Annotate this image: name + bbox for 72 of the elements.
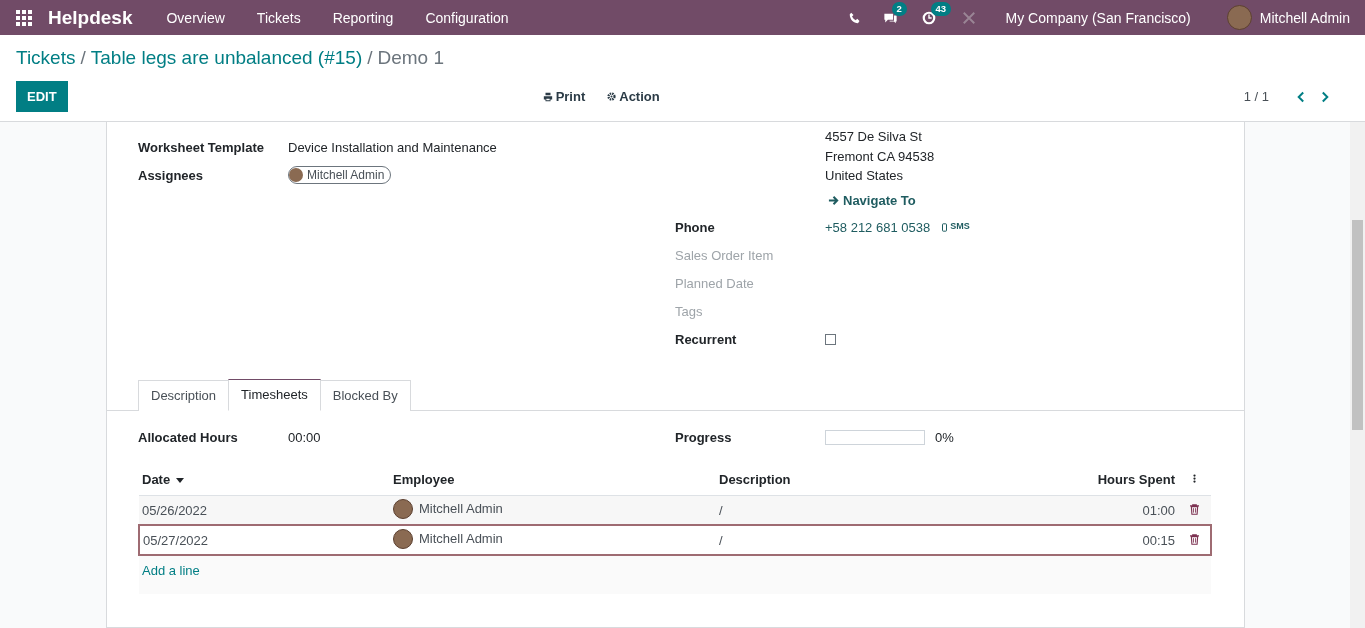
app-name[interactable]: Helpdesk [48,6,133,29]
field-label: Progress [675,429,733,445]
scrollbar[interactable] [1350,122,1365,628]
sms-button[interactable]: SMS [950,220,970,231]
next-icon[interactable] [1321,90,1330,103]
table-cell: 01:00 [1042,495,1178,525]
avatar [393,528,413,549]
recurrent-checkbox[interactable] [825,334,836,345]
table-cell: Mitchell Admin [419,501,503,516]
field-value: Device Installation and Maintenance [288,139,497,155]
table-cell: 05/26/2022 [139,495,390,525]
arrow-right-icon [828,195,839,206]
column-header[interactable]: Description [716,463,1042,496]
field-label: Assignees [138,167,205,183]
table-cell: / [716,495,1042,525]
navigate-to-button[interactable]: Navigate To [843,193,916,208]
breadcrumb-link[interactable]: Tickets [16,47,76,69]
tab[interactable]: Timesheets [228,379,321,411]
avatar [393,498,413,519]
progress-value: 0% [935,429,954,445]
add-a-line-link[interactable]: Add a line [142,562,200,578]
menu-item[interactable]: Tickets [240,9,317,26]
sort-caret-icon[interactable] [176,477,185,483]
field-label: Recurrent [675,332,738,347]
column-header[interactable]: Employee [390,463,716,496]
user-avatar [1226,5,1252,30]
action-button[interactable]: Action [619,89,660,104]
column-header[interactable]: Date [139,463,390,496]
apps-menu-icon[interactable] [16,9,32,26]
column-header[interactable]: Hours Spent [1042,463,1178,496]
previous-icon[interactable] [1296,90,1305,103]
address-line: United States [825,167,905,185]
table-cell: 00:15 [1042,525,1178,555]
breadcrumb-separator: / [80,47,86,69]
clock-icon[interactable] [921,10,936,25]
phone-icon[interactable] [848,11,861,24]
table-cell: / [716,525,1042,555]
user-menu[interactable]: Mitchell Admin [1259,9,1350,26]
phone-link[interactable]: +58 212 681 0538 [825,220,931,235]
address-line: 4557 De Silva St [825,128,923,146]
breadcrumb-current: Demo 1 [377,47,445,69]
tab[interactable]: Description [138,380,230,411]
field-value: 00:00 [288,429,321,445]
menu-item[interactable]: Configuration [409,9,525,26]
field-label: Allocated Hours [138,429,239,445]
table-cell: 05/27/2022 [139,525,390,555]
pager-value: 1 / 1 [1243,89,1269,104]
address-line: Fremont CA 94538 [825,147,936,166]
breadcrumb-separator: / [367,47,373,69]
table-row[interactable]: 05/27/2022 Mitchell Admin / 00:15 [139,525,1211,555]
print-icon [542,91,553,102]
mobile-phone-icon [942,223,948,232]
activity-count-badge: 43 [930,1,952,16]
trash-icon[interactable] [1190,503,1199,515]
menu-item[interactable]: Overview [150,9,241,26]
field-label: Tags [675,304,704,319]
field-label: Sales Order Item [675,248,775,263]
field-label: Phone [675,220,716,235]
column-options-icon[interactable] [1193,472,1196,484]
trash-icon[interactable] [1189,533,1199,545]
field-label: Worksheet Template [138,139,265,155]
menu-item[interactable]: Reporting [316,9,410,26]
company-switcher[interactable]: My Company (San Francisco) [1005,9,1191,26]
edit-button[interactable]: EDIT [16,81,68,112]
table-row[interactable]: 05/26/2022 Mitchell Admin / 01:00 [139,495,1211,525]
print-button[interactable]: Print [555,89,586,104]
field-label: Planned Date [675,276,755,291]
breadcrumb-link[interactable]: Table legs are unbalanced (#15) [90,47,363,69]
tab[interactable]: Blocked By [319,380,411,411]
gear-icon [607,92,617,101]
message-count-badge: 2 [891,1,907,16]
table-cell: Mitchell Admin [419,531,503,546]
